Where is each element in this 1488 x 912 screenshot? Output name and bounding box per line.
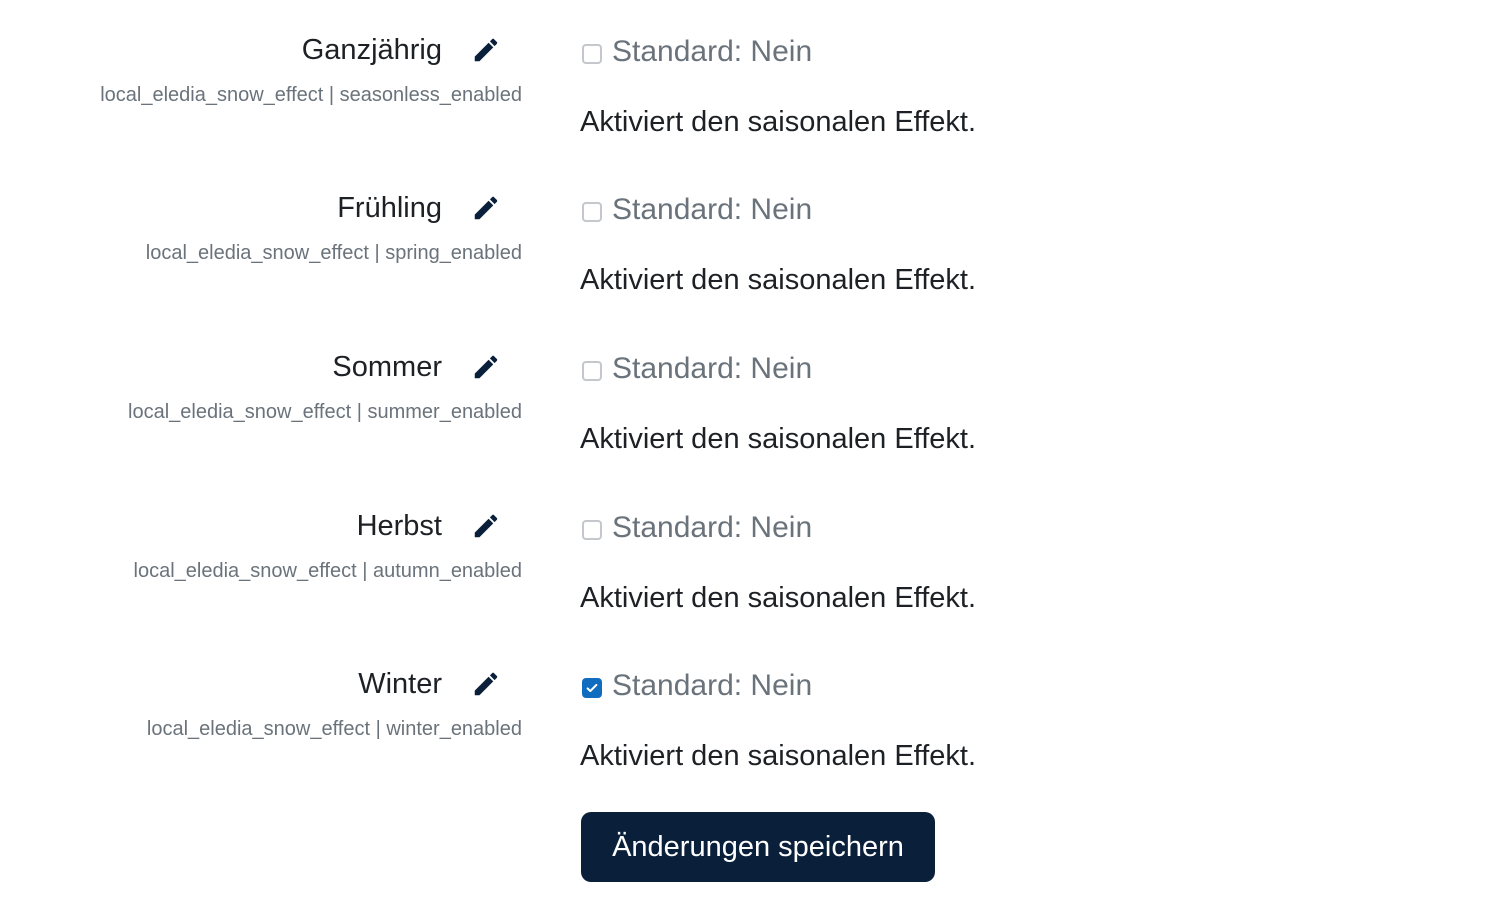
default-value-label: Standard: Nein: [612, 352, 813, 385]
pencil-icon[interactable]: [470, 34, 502, 66]
setting-title-line: Winter: [358, 662, 522, 706]
summer-enabled-checkbox[interactable]: [582, 361, 602, 381]
pencil-icon[interactable]: [470, 668, 502, 700]
winter-enabled-checkbox[interactable]: [582, 678, 602, 698]
default-value-label: Standard: Nein: [612, 35, 813, 68]
setting-description: Aktiviert den saisonalen Effekt.: [580, 582, 977, 614]
setting-title-line: Frühling: [337, 186, 522, 230]
seasonless-enabled-checkbox[interactable]: [582, 44, 602, 64]
setting-title-line: Sommer: [332, 345, 522, 389]
setting-row-seasonless: Ganzjährig local_eledia_snow_effect | se…: [0, 0, 1488, 158]
setting-key: local_eledia_snow_effect | spring_enable…: [145, 242, 522, 264]
default-value-label: Standard: Nein: [612, 193, 813, 226]
checkbox-line: Standard: Nein: [580, 508, 812, 548]
setting-label-column: Frühling local_eledia_snow_effect | spri…: [0, 158, 522, 278]
default-value-label: Standard: Nein: [612, 511, 813, 544]
pencil-icon[interactable]: [470, 192, 502, 224]
setting-title: Sommer: [332, 350, 442, 383]
default-value-label: Standard: Nein: [612, 669, 813, 702]
setting-row-winter: Winter local_eledia_snow_effect | winter…: [0, 634, 1488, 792]
setting-row-spring: Frühling local_eledia_snow_effect | spri…: [0, 158, 1488, 316]
checkbox-line: Standard: Nein: [580, 32, 812, 72]
setting-key: local_eledia_snow_effect | autumn_enable…: [133, 560, 522, 582]
pencil-icon[interactable]: [470, 510, 502, 542]
setting-description: Aktiviert den saisonalen Effekt.: [580, 264, 977, 296]
setting-description: Aktiviert den saisonalen Effekt.: [580, 423, 977, 455]
setting-label-column: Herbst local_eledia_snow_effect | autumn…: [0, 476, 522, 596]
checkbox-line: Standard: Nein: [580, 190, 812, 230]
setting-label-column: Winter local_eledia_snow_effect | winter…: [0, 634, 522, 754]
setting-description: Aktiviert den saisonalen Effekt.: [580, 106, 977, 138]
setting-title-line: Ganzjährig: [302, 28, 522, 72]
setting-row-summer: Sommer local_eledia_snow_effect | summer…: [0, 317, 1488, 475]
setting-title: Herbst: [356, 509, 442, 542]
setting-description: Aktiviert den saisonalen Effekt.: [580, 740, 977, 772]
setting-key: local_eledia_snow_effect | seasonless_en…: [100, 84, 522, 106]
autumn-enabled-checkbox[interactable]: [582, 520, 602, 540]
setting-title: Ganzjährig: [301, 33, 442, 66]
spring-enabled-checkbox[interactable]: [582, 202, 602, 222]
setting-title-line: Herbst: [357, 504, 522, 548]
setting-title: Winter: [358, 667, 442, 700]
settings-form: Ganzjährig local_eledia_snow_effect | se…: [0, 0, 1488, 912]
setting-key: local_eledia_snow_effect | winter_enable…: [146, 718, 522, 740]
pencil-icon[interactable]: [470, 351, 502, 383]
checkbox-line: Standard: Nein: [580, 666, 812, 706]
setting-title: Frühling: [337, 191, 442, 224]
setting-label-column: Ganzjährig local_eledia_snow_effect | se…: [0, 0, 522, 120]
setting-key: local_eledia_snow_effect | summer_enable…: [128, 401, 522, 423]
setting-label-column: Sommer local_eledia_snow_effect | summer…: [0, 317, 522, 437]
setting-row-autumn: Herbst local_eledia_snow_effect | autumn…: [0, 476, 1488, 634]
save-changes-button[interactable]: Änderungen speichern: [581, 812, 935, 882]
checkbox-line: Standard: Nein: [580, 349, 812, 389]
